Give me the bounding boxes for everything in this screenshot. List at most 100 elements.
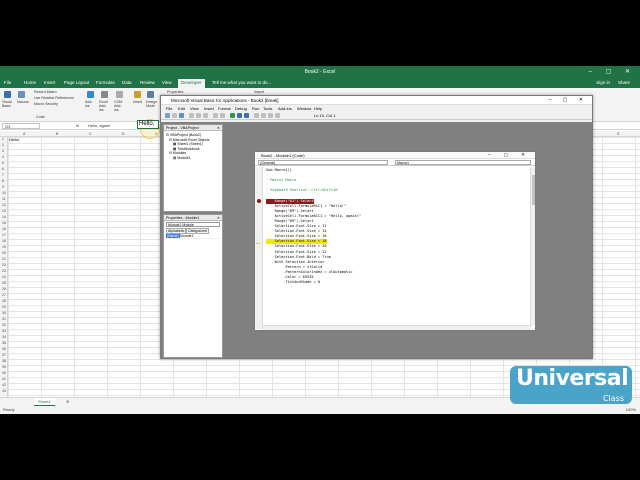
record-macro-button[interactable]: Record Macro	[34, 90, 57, 94]
row-header[interactable]: 32	[2, 323, 6, 327]
row-header[interactable]: 21	[2, 257, 6, 261]
row-header[interactable]: 3	[2, 149, 4, 153]
procedure-dropdown[interactable]: Macro1	[395, 160, 531, 165]
row-header[interactable]: 24	[2, 275, 6, 279]
row-header[interactable]: 35	[2, 341, 6, 345]
column-header[interactable]: C	[89, 132, 92, 136]
properties-window-icon[interactable]	[268, 113, 273, 118]
save-icon[interactable]	[179, 113, 184, 118]
name-box[interactable]: G3	[2, 123, 40, 129]
addins-icon[interactable]	[87, 91, 94, 98]
reset-icon[interactable]	[244, 113, 249, 118]
tab-developer[interactable]: Developer	[178, 79, 205, 88]
row-header[interactable]: 37	[2, 353, 6, 357]
breakpoint-icon[interactable]	[257, 199, 261, 203]
view-excel-icon[interactable]	[165, 113, 170, 118]
vbe-menu-format[interactable]: Format	[218, 106, 231, 111]
row-header[interactable]: 9	[2, 185, 4, 189]
row-header[interactable]: 36	[2, 347, 6, 351]
break-icon[interactable]	[237, 113, 242, 118]
row-header[interactable]: 31	[2, 317, 6, 321]
addins-button[interactable]: Add-ins	[85, 100, 97, 108]
column-header[interactable]: B	[56, 132, 58, 136]
macros-button[interactable]: Macros	[17, 100, 29, 104]
row-header[interactable]: 11	[2, 197, 6, 201]
row-header[interactable]: 17	[2, 233, 6, 237]
properties-object-select[interactable]: Module1 Module	[166, 222, 220, 227]
code-horizontal-scrollbar[interactable]	[263, 325, 532, 330]
row-header[interactable]: 5	[2, 161, 4, 165]
code-margin[interactable]: ⇨	[255, 167, 263, 329]
tab-formulas[interactable]: Formulas	[96, 80, 115, 85]
object-browser-icon[interactable]	[275, 113, 280, 118]
row-header[interactable]: 12	[2, 203, 6, 207]
macro-security-button[interactable]: Macro Security	[34, 102, 58, 106]
window-controls[interactable]: – ▢ ✕	[589, 68, 636, 75]
row-header[interactable]: 20	[2, 251, 6, 255]
row-header[interactable]: 14	[2, 215, 6, 219]
tab-data[interactable]: Data	[122, 80, 132, 85]
vbe-menu-file[interactable]: File	[166, 106, 172, 111]
row-header[interactable]: 15	[2, 221, 6, 225]
excel-addins-button[interactable]: Excel Add-ins	[99, 100, 111, 112]
row-header[interactable]: 42	[2, 383, 6, 387]
design-mode-vbe-icon[interactable]	[254, 113, 259, 118]
tab-home[interactable]: Home	[24, 80, 36, 85]
run-icon[interactable]	[230, 113, 235, 118]
properties-button[interactable]: Properties	[167, 90, 183, 94]
vbe-window-controls[interactable]: – ▢ ✕	[549, 97, 588, 103]
row-header[interactable]: 34	[2, 335, 6, 339]
row-header[interactable]: 4	[2, 155, 4, 159]
row-header[interactable]: 26	[2, 287, 6, 291]
row-header[interactable]: 43	[2, 389, 6, 393]
design-mode-icon[interactable]	[147, 91, 154, 98]
close-icon[interactable]: ✕	[217, 215, 220, 221]
tree-item-module1[interactable]: ▤ Module1	[166, 156, 220, 161]
insert-controls-button[interactable]: Insert	[133, 100, 142, 104]
com-addins-icon[interactable]	[116, 91, 123, 98]
row-header[interactable]: 8	[2, 179, 4, 183]
code-line[interactable]: .TintAndShade = 0	[266, 280, 361, 285]
row-header[interactable]: 1	[2, 137, 4, 141]
copy-icon[interactable]	[196, 113, 201, 118]
tab-page-layout[interactable]: Page Layout	[64, 80, 89, 85]
row-header[interactable]: 18	[2, 239, 6, 243]
row-header[interactable]: 39	[2, 365, 6, 369]
vbe-menu-debug[interactable]: Debug	[235, 106, 247, 111]
redo-icon[interactable]	[220, 113, 225, 118]
vbe-menu-tools[interactable]: Tools	[263, 106, 272, 111]
cut-icon[interactable]	[189, 113, 194, 118]
row-header[interactable]: 10	[2, 191, 6, 195]
share-button[interactable]: Share	[618, 80, 630, 85]
visual-basic-button[interactable]: Visual Basic	[2, 100, 14, 108]
row-header[interactable]: 25	[2, 281, 6, 285]
zoom-level[interactable]: 100%	[626, 407, 636, 412]
row-header[interactable]: 30	[2, 311, 6, 315]
insert-module-icon[interactable]	[172, 113, 177, 118]
macros-icon[interactable]	[18, 91, 25, 98]
row-header[interactable]: 33	[2, 329, 6, 333]
paste-icon[interactable]	[203, 113, 208, 118]
formula-input[interactable]: Hello, again!	[88, 123, 110, 128]
tab-insert[interactable]: Insert	[44, 80, 55, 85]
tab-review[interactable]: Review	[140, 80, 155, 85]
cell-a1[interactable]: Hello!	[9, 137, 19, 142]
fx-icon[interactable]: fx	[76, 123, 79, 128]
row-header[interactable]: 28	[2, 299, 6, 303]
code-line[interactable]: Range("A1").Select	[266, 198, 314, 204]
vbe-menu-view[interactable]: View	[190, 106, 199, 111]
excel-addins-icon[interactable]	[101, 91, 108, 98]
column-header[interactable]: S	[617, 132, 619, 136]
row-header[interactable]: 27	[2, 293, 6, 297]
row-header[interactable]: 16	[2, 227, 6, 231]
vbe-menu-help[interactable]: Help	[314, 106, 322, 111]
undo-icon[interactable]	[213, 113, 218, 118]
module-window-controls[interactable]: – ▢ ✕	[488, 152, 531, 158]
add-sheet-icon[interactable]: ⊕	[66, 399, 69, 404]
object-dropdown[interactable]: (General)	[258, 160, 388, 165]
column-header[interactable]: A	[23, 132, 25, 136]
code-vertical-scrollbar[interactable]	[530, 167, 535, 325]
property-value[interactable]: Module1	[180, 234, 193, 238]
vbe-menu-edit[interactable]: Edit	[178, 106, 185, 111]
vbe-menu-run[interactable]: Run	[252, 106, 259, 111]
